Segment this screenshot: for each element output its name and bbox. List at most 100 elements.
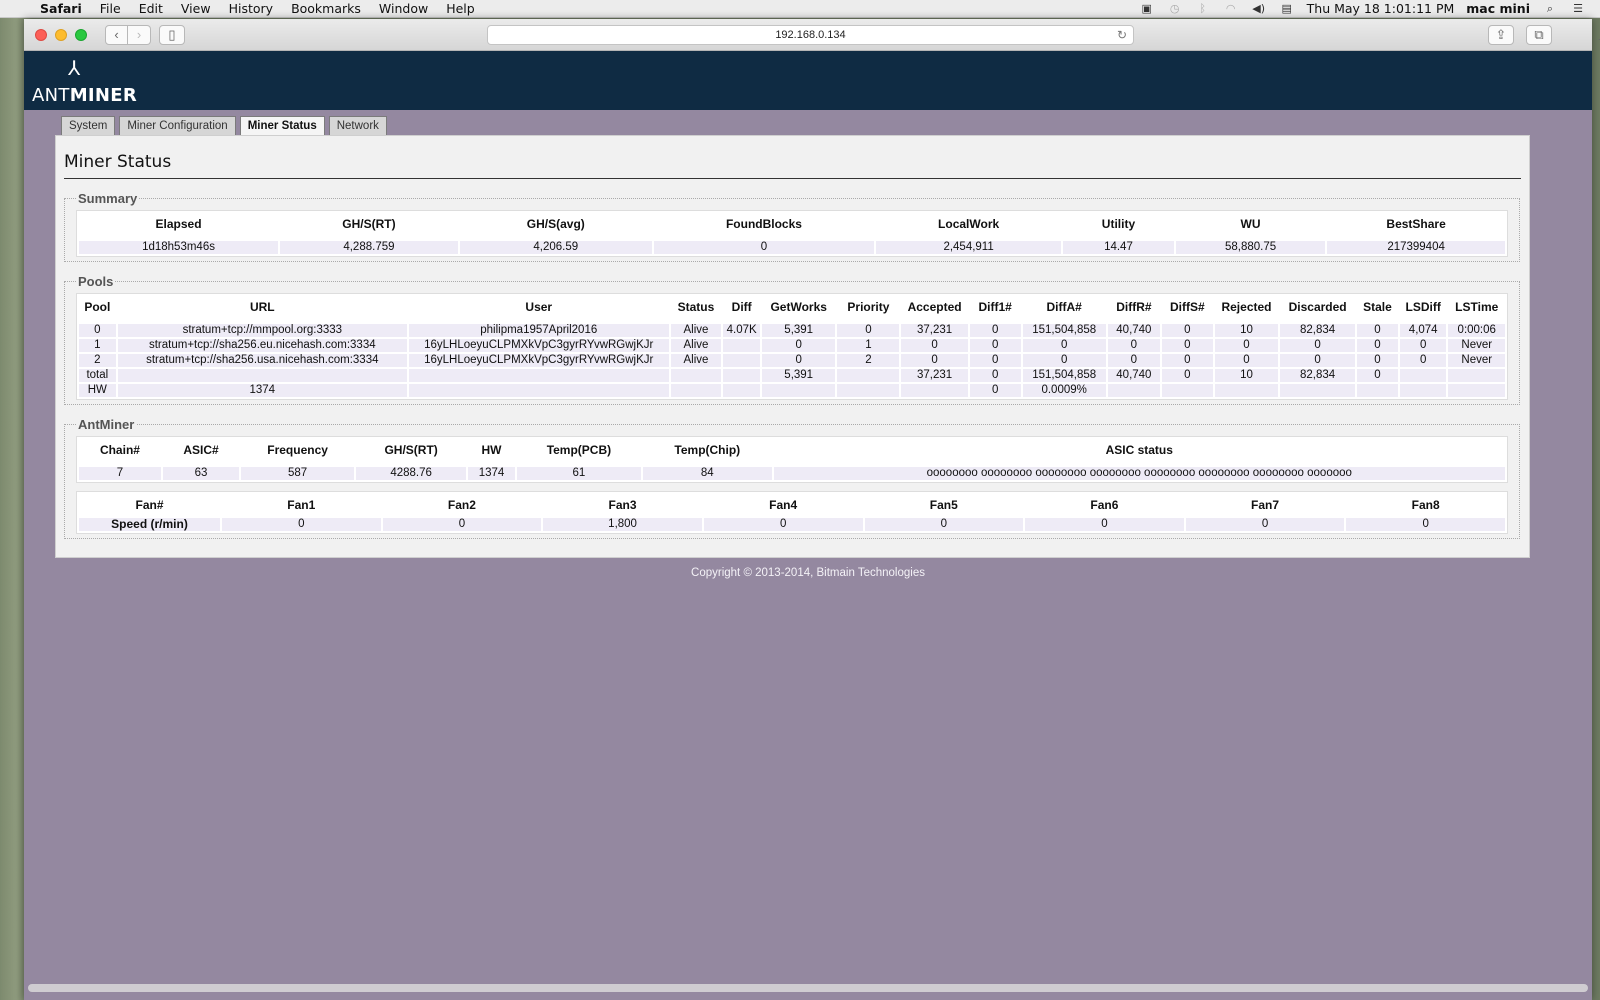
fan-column-header: Fan7 [1185, 494, 1345, 516]
table-cell [408, 369, 669, 382]
antminer-logo: ⅄ ANTMINER [32, 59, 137, 106]
page-title: Miner Status [64, 152, 1521, 179]
pools-column-header: Discarded [1280, 296, 1355, 318]
spacer-cell [79, 237, 1505, 239]
table-cell: 0 [1022, 354, 1106, 367]
main-nav-tabs: System Miner Configuration Miner Status … [61, 116, 387, 137]
table-cell: 151,504,858 [1022, 324, 1106, 337]
menu-help[interactable]: Help [446, 1, 475, 16]
summary-legend: Summary [78, 191, 138, 206]
menu-safari[interactable]: Safari [40, 1, 82, 16]
table-cell [723, 354, 761, 367]
screen-share-icon[interactable]: ▣ [1139, 2, 1155, 15]
pools-column-header: DiffS# [1161, 296, 1213, 318]
table-cell [670, 384, 722, 397]
table-cell: 5,391 [762, 369, 836, 382]
table-cell: 0 [969, 324, 1021, 337]
table-cell: 0 [1357, 339, 1398, 352]
bluetooth-icon[interactable]: ᛒ [1195, 2, 1211, 15]
table-cell: 0 [1357, 324, 1398, 337]
horizontal-scrollbar[interactable] [28, 984, 1588, 992]
pools-column-header: LSTime [1448, 296, 1505, 318]
table-row: 2 stratum+tcp://sha256.usa.nicehash.com:3… [79, 354, 1505, 367]
tab-miner-status[interactable]: Miner Status [239, 116, 325, 137]
summary-column-header: WU [1175, 213, 1326, 235]
pools-column-header: URL [117, 296, 407, 318]
table-cell: 0 [1399, 354, 1447, 367]
antminer-legend: AntMiner [78, 417, 135, 432]
table-cell: 0 [1280, 354, 1355, 367]
address-bar[interactable]: 192.168.0.134 ↻ [487, 25, 1134, 45]
chain-column-header: Temp(PCB) [516, 439, 642, 461]
table-cell: 0 [1357, 369, 1398, 382]
chain-column-header: Chain# [79, 439, 161, 461]
summary-column-header: Utility [1063, 213, 1174, 235]
zoom-window-button[interactable] [75, 28, 87, 41]
summary-section: Summary Elapsed GH/S(RT) GH/S(avg) FoundBlo… [64, 191, 1520, 262]
table-cell: 0:00:06 [1448, 324, 1505, 337]
minimize-window-button[interactable] [55, 28, 67, 41]
reload-icon[interactable]: ↻ [1117, 26, 1127, 44]
notification-center-icon[interactable]: ☰ [1570, 2, 1586, 15]
summary-table: Elapsed GH/S(RT) GH/S(avg) FoundBlocks Local… [76, 210, 1508, 257]
fan-column-header: Fan2 [382, 494, 542, 516]
table-cell [1107, 384, 1160, 397]
close-window-button[interactable] [35, 28, 47, 41]
apple-icon[interactable] [16, 2, 30, 16]
table-cell: 10 [1214, 369, 1279, 382]
table-cell [723, 384, 761, 397]
table-cell [670, 369, 722, 382]
table-cell [1161, 384, 1213, 397]
table-cell: 4288.76 [356, 467, 467, 480]
sidebar-toggle-icon[interactable]: ▯ [159, 24, 185, 45]
chain-column-header: GH/S(RT) [356, 439, 467, 461]
table-cell [1280, 384, 1355, 397]
table-cell: 0 [837, 324, 900, 337]
summary-column-header: LocalWork [876, 213, 1062, 235]
share-icon[interactable]: ⇪ [1488, 25, 1514, 45]
table-cell [1399, 369, 1447, 382]
wifi-icon[interactable]: ◠ [1223, 2, 1239, 15]
pools-column-header: LSDiff [1399, 296, 1447, 318]
spotlight-icon[interactable]: ⌕ [1542, 2, 1558, 15]
tab-system[interactable]: System [61, 116, 116, 136]
table-cell: 0 [864, 518, 1024, 531]
menu-history[interactable]: History [229, 1, 273, 16]
pools-column-header: Stale [1357, 296, 1398, 318]
table-cell: 40,740 [1107, 324, 1160, 337]
table-cell: 58,880.75 [1175, 241, 1326, 254]
table-cell: 0 [1280, 339, 1355, 352]
menubar-clock[interactable]: Thu May 18 1:01:11 PM [1307, 1, 1455, 16]
menu-window[interactable]: Window [379, 1, 428, 16]
back-button[interactable]: ‹ [105, 24, 128, 45]
menu-view[interactable]: View [181, 1, 211, 16]
table-cell: 0 [901, 339, 968, 352]
chain-column-header: HW [468, 439, 515, 461]
input-menu-icon[interactable]: ▤ [1279, 2, 1295, 15]
page: ⅄ ANTMINER System Miner Configuration Mi… [24, 51, 1592, 1000]
forward-button[interactable]: › [128, 24, 151, 45]
time-machine-icon[interactable]: ◷ [1167, 2, 1183, 15]
volume-icon[interactable]: ◀) [1251, 2, 1267, 15]
pools-column-header: User [408, 296, 669, 318]
menu-file[interactable]: File [100, 1, 121, 16]
tab-network[interactable]: Network [328, 116, 387, 136]
table-cell [762, 384, 836, 397]
menu-bookmarks[interactable]: Bookmarks [291, 1, 361, 16]
show-tabs-icon[interactable]: ⧉ [1526, 25, 1552, 45]
table-cell: 10 [1214, 324, 1279, 337]
menu-edit[interactable]: Edit [139, 1, 163, 16]
pools-column-header: Status [670, 296, 722, 318]
menubar-user[interactable]: mac mini [1466, 1, 1530, 16]
table-cell [1448, 369, 1505, 382]
fan-column-header: Fan1 [222, 494, 381, 516]
table-cell: 0 [901, 354, 968, 367]
table-cell: 2 [79, 354, 116, 367]
tab-miner-configuration[interactable]: Miner Configuration [119, 116, 236, 136]
spacer-cell [79, 463, 1505, 465]
chain-column-header: ASIC status [773, 439, 1505, 461]
table-cell: 0 [653, 241, 875, 254]
table-cell [408, 384, 669, 397]
table-cell: 0 [382, 518, 542, 531]
table-cell: 0 [79, 324, 116, 337]
